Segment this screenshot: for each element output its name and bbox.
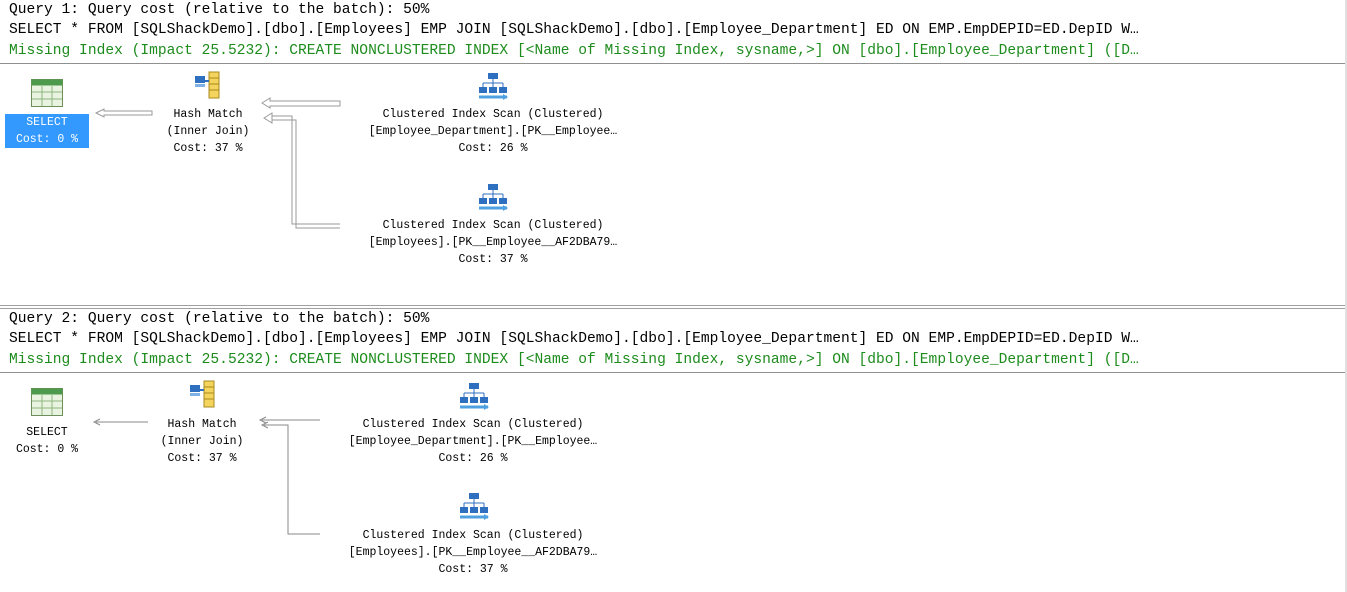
select-table-icon[interactable] <box>31 79 63 112</box>
hash-match-title: Hash Match <box>167 418 237 431</box>
select-node-label: SELECT <box>26 116 68 129</box>
scan-object: [Employees].[PK__Employee__AF2DBA79… <box>368 236 618 249</box>
scan-title: Clustered Index Scan (Clustered) <box>362 418 584 431</box>
clustered-index-scan-node-1[interactable]: Clustered Index Scan (Clustered) [Employ… <box>318 416 628 467</box>
clustered-index-scan-icon[interactable] <box>458 381 490 416</box>
hash-match-node[interactable]: Hash Match (Inner Join) Cost: 37 % <box>148 106 268 157</box>
scan-object: [Employee_Department].[PK__Employee… <box>348 435 598 448</box>
select-node[interactable]: SELECT Cost: 0 % <box>5 424 89 458</box>
hash-match-cost: Cost: 37 % <box>173 142 243 155</box>
scan-cost: Cost: 26 % <box>458 142 528 155</box>
hash-match-subtitle: (Inner Join) <box>160 435 244 448</box>
arrow-scan1-to-hash <box>261 97 341 109</box>
clustered-index-scan-node-1[interactable]: Clustered Index Scan (Clustered) [Employ… <box>338 106 648 157</box>
scan-object: [Employees].[PK__Employee__AF2DBA79… <box>348 546 598 559</box>
select-node-label: SELECT <box>26 426 68 439</box>
clustered-index-scan-node-2[interactable]: Clustered Index Scan (Clustered) [Employ… <box>318 527 628 578</box>
arrow-scan2-to-hash <box>263 112 340 229</box>
arrow-scan2-to-hash <box>260 421 320 535</box>
hash-match-cost: Cost: 37 % <box>167 452 237 465</box>
scan-cost: Cost: 26 % <box>438 452 508 465</box>
query-plan-pane-1: Query 1: Query cost (relative to the bat… <box>0 0 1347 305</box>
clustered-index-scan-icon[interactable] <box>458 491 490 526</box>
clustered-index-scan-icon[interactable] <box>477 71 509 106</box>
scan-title: Clustered Index Scan (Clustered) <box>382 108 604 121</box>
scan-object: [Employee_Department].[PK__Employee… <box>368 125 618 138</box>
scan-title: Clustered Index Scan (Clustered) <box>382 219 604 232</box>
hash-match-node[interactable]: Hash Match (Inner Join) Cost: 37 % <box>142 416 262 467</box>
arrow-hash-to-select <box>92 418 148 426</box>
scan-title: Clustered Index Scan (Clustered) <box>362 529 584 542</box>
select-table-icon[interactable] <box>31 388 63 421</box>
arrow-scan1-to-hash <box>258 416 320 424</box>
hash-match-title: Hash Match <box>173 108 243 121</box>
scan-cost: Cost: 37 % <box>438 563 508 576</box>
select-node-cost: Cost: 0 % <box>15 133 79 146</box>
clustered-index-scan-node-2[interactable]: Clustered Index Scan (Clustered) [Employ… <box>338 217 648 268</box>
hash-match-subtitle: (Inner Join) <box>166 125 250 138</box>
select-node[interactable]: SELECT Cost: 0 % <box>5 114 89 148</box>
hash-match-icon[interactable] <box>188 379 218 414</box>
clustered-index-scan-icon[interactable] <box>477 182 509 217</box>
hash-match-icon[interactable] <box>193 70 223 105</box>
arrow-hash-to-select <box>94 108 153 118</box>
scan-cost: Cost: 37 % <box>458 253 528 266</box>
query-plan-pane-2: Query 2: Query cost (relative to the bat… <box>0 309 1347 592</box>
select-node-cost: Cost: 0 % <box>15 443 79 456</box>
